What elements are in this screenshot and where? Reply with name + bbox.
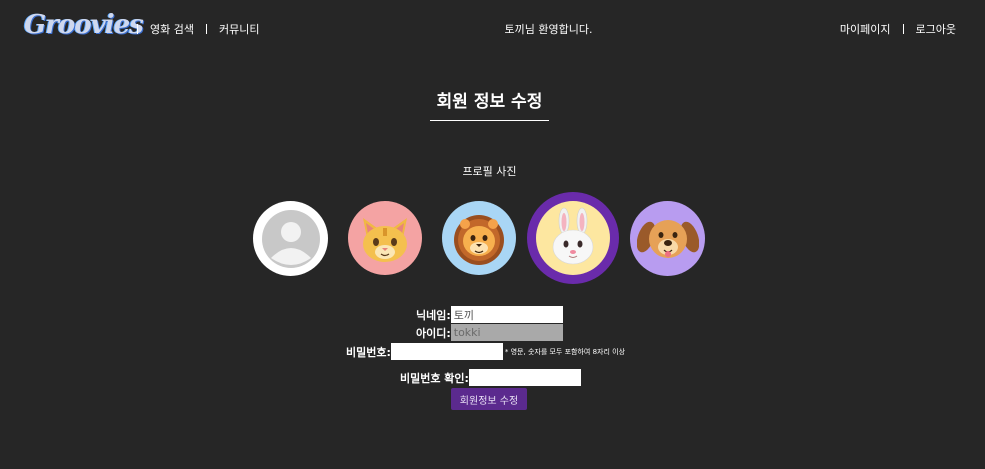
nav-mypage-link[interactable]: 마이페이지 [840, 21, 891, 37]
default-profile-icon [261, 209, 320, 268]
nav-right: 마이페이지 로그아웃 [840, 21, 956, 37]
rabbit-avatar-option[interactable] [527, 192, 619, 284]
nickname-label: 닉네임: [416, 308, 451, 322]
user-id-row: 아이디: [416, 324, 563, 341]
update-profile-button[interactable]: 회원정보 수정 [451, 388, 527, 410]
password-confirm-input[interactable] [468, 369, 581, 386]
user-id-input [450, 324, 563, 341]
header: Groovies 영화 검색 커뮤니티 토끼님 환영합니다. 마이페이지 로그아… [0, 0, 985, 58]
dog-face-icon [636, 219, 699, 258]
profile-photo-label: 프로필 사진 [462, 165, 517, 178]
nav-logout-link[interactable]: 로그아웃 [916, 21, 956, 37]
rabbit-avatar-inner [536, 201, 610, 275]
user-id-label: 아이디: [416, 326, 451, 340]
cat-avatar-option[interactable] [348, 201, 422, 275]
nickname-input[interactable] [450, 306, 563, 323]
nav-divider [902, 24, 904, 34]
lion-avatar-option[interactable] [442, 201, 516, 275]
nickname-row: 닉네임: [416, 306, 563, 323]
title-underline [430, 120, 549, 121]
password-input[interactable] [390, 343, 503, 360]
password-confirm-label: 비밀번호 확인: [400, 371, 469, 385]
password-confirm-row: 비밀번호 확인: [400, 369, 581, 386]
password-label: 비밀번호: [346, 345, 391, 359]
dog-avatar-option[interactable] [630, 201, 705, 276]
password-hint: * 영문, 숫자를 모두 포함하여 8자리 이상 [504, 347, 626, 356]
cat-face-icon [363, 218, 407, 262]
welcome-greeting: 토끼님 환영합니다. [504, 23, 593, 36]
rabbit-face-icon [552, 207, 594, 265]
lion-face-icon [454, 215, 504, 265]
page-title: 회원 정보 수정 [436, 92, 543, 112]
password-row: 비밀번호: * 영문, 숫자를 모두 포함하여 8자리 이상 [346, 343, 625, 360]
default-avatar-option[interactable] [253, 201, 328, 276]
